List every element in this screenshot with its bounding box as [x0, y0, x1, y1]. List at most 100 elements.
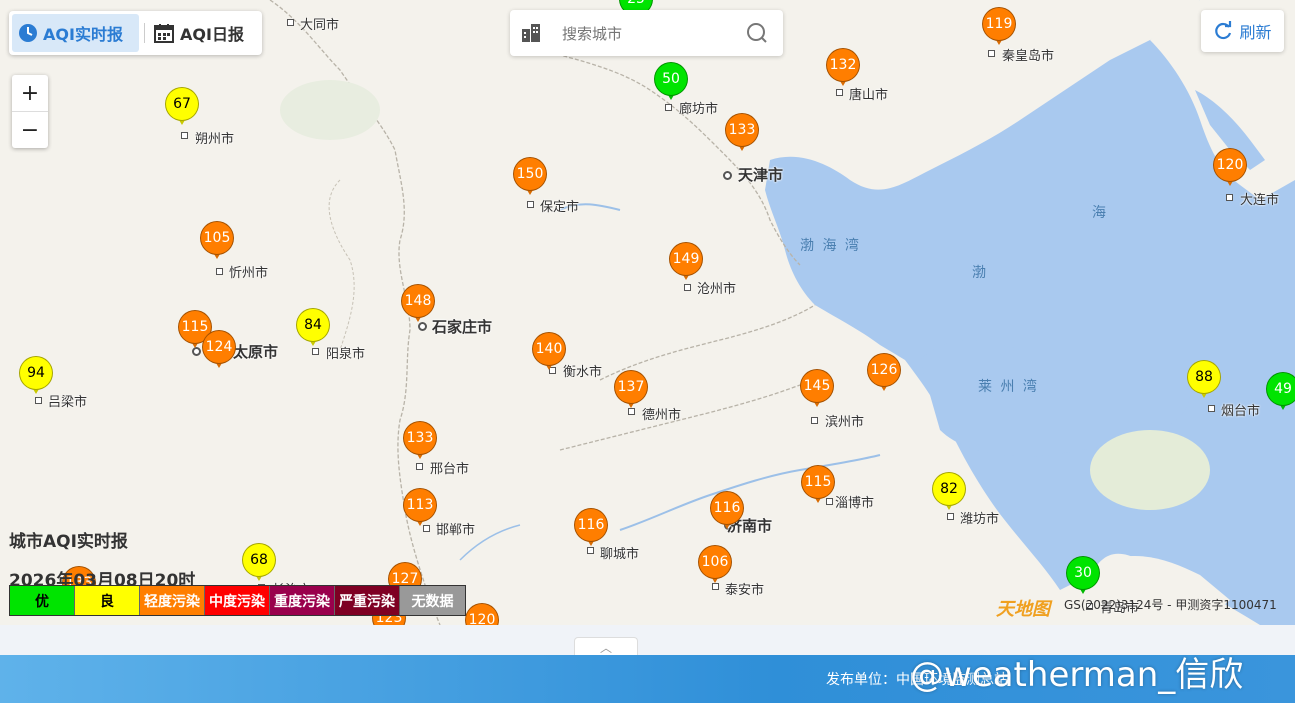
legend-item: 重度污染	[270, 586, 335, 615]
city-label[interactable]: 烟台市	[1221, 400, 1260, 419]
report-tabs: AQI实时报 AQI日报	[9, 11, 262, 55]
aqi-value: 126	[867, 353, 901, 387]
aqi-value: 132	[826, 48, 860, 82]
tab-daily[interactable]: AQI日报	[154, 14, 244, 52]
aqi-value: 120	[465, 603, 499, 625]
aqi-legend: 优良轻度污染 中度污染 重度污染 严重污染 无数据	[9, 585, 466, 616]
city-label[interactable]: 大同市	[300, 14, 339, 33]
city-label[interactable]: 邯郸市	[436, 519, 475, 538]
collapse-toggle[interactable]: ︿	[574, 637, 638, 656]
aqi-value: 119	[982, 7, 1016, 41]
aqi-value: 133	[403, 421, 437, 455]
refresh-icon	[1215, 21, 1232, 40]
aqi-value: 140	[532, 332, 566, 366]
aqi-station-pin[interactable]: 68	[242, 543, 278, 587]
aqi-value: 88	[1187, 360, 1221, 394]
city-marker	[1226, 194, 1233, 201]
sea-label: 海	[1092, 205, 1108, 221]
aqi-station-pin[interactable]: 67	[165, 87, 201, 131]
aqi-value: 116	[574, 508, 608, 542]
aqi-station-pin[interactable]: 49	[1266, 372, 1295, 416]
aqi-station-pin[interactable]: 94	[19, 356, 55, 400]
aqi-station-pin[interactable]: 115	[801, 465, 837, 509]
city-label[interactable]: 滨州市	[825, 411, 864, 430]
map-canvas[interactable]: 渤 海 湾渤海莱 州 湾 大同市 朔州市 廊坊市 天津市 唐山市 秦皇岛市 大连市 保定市 忻州…	[0, 0, 1295, 625]
city-marker	[527, 201, 534, 208]
aqi-station-pin[interactable]: 50	[654, 62, 690, 106]
refresh-label: 刷新	[1239, 23, 1272, 42]
building-icon	[522, 24, 540, 42]
city-marker	[988, 50, 995, 57]
aqi-value: 30	[1066, 556, 1100, 590]
clock-icon	[19, 24, 37, 42]
aqi-value: 113	[403, 488, 437, 522]
aqi-value: 49	[1266, 372, 1295, 406]
aqi-station-pin[interactable]: 116	[574, 508, 610, 552]
calendar-icon	[154, 24, 174, 43]
aqi-value: 145	[800, 369, 834, 403]
aqi-value: 67	[165, 87, 199, 121]
aqi-station-pin[interactable]: 126	[867, 353, 903, 397]
sea-label: 渤	[972, 265, 988, 281]
aqi-station-pin[interactable]: 82	[932, 472, 968, 516]
aqi-station-pin[interactable]: 133	[403, 421, 439, 465]
aqi-station-pin[interactable]: 119	[982, 7, 1018, 51]
aqi-value: 149	[669, 242, 703, 276]
aqi-station-pin[interactable]: 120	[1213, 148, 1249, 192]
aqi-station-pin[interactable]: 105	[200, 221, 236, 265]
search-box	[510, 10, 783, 56]
aqi-station-pin[interactable]: 124	[202, 330, 238, 374]
aqi-station-pin[interactable]: 30	[1066, 556, 1102, 600]
aqi-value: 150	[513, 157, 547, 191]
aqi-value: 105	[200, 221, 234, 255]
tab-realtime[interactable]: AQI实时报	[12, 14, 139, 52]
aqi-value: 50	[654, 62, 688, 96]
aqi-station-pin[interactable]: 116	[710, 491, 746, 535]
city-marker	[723, 171, 732, 180]
city-label[interactable]: 太原市	[233, 341, 278, 362]
weibo-watermark: @weatherman_信欣	[910, 655, 1244, 695]
aqi-station-pin[interactable]: 148	[401, 284, 437, 328]
aqi-station-pin[interactable]: 133	[725, 113, 761, 157]
aqi-station-pin[interactable]: 132	[826, 48, 862, 92]
aqi-value: 82	[932, 472, 966, 506]
aqi-value: 115	[801, 465, 835, 499]
aqi-value: 148	[401, 284, 435, 318]
aqi-value: 133	[725, 113, 759, 147]
aqi-station-pin[interactable]: 84	[296, 308, 332, 352]
sea-label: 莱 州 湾	[978, 379, 1039, 395]
search-input[interactable]	[560, 21, 744, 47]
aqi-value: 68	[242, 543, 276, 577]
search-icon[interactable]	[746, 22, 768, 44]
city-label[interactable]: 淄博市	[835, 492, 874, 511]
zoom-out-button[interactable]: −	[12, 112, 48, 148]
aqi-station-pin[interactable]: 113	[403, 488, 439, 532]
aqi-station-pin[interactable]: 137	[614, 370, 650, 414]
aqi-station-pin[interactable]: 150	[513, 157, 549, 201]
legend-item: 轻度污染	[140, 586, 205, 615]
aqi-station-pin[interactable]: 106	[698, 545, 734, 589]
footer: ︿ 发布单位：中国环境监测总站 @weatherman_信欣	[0, 625, 1295, 703]
aqi-station-pin[interactable]: 149	[669, 242, 705, 286]
aqi-value: 84	[296, 308, 330, 342]
map-copyright: GS(2022)3124号 - 甲测资字1100471	[1064, 598, 1277, 612]
aqi-value: 137	[614, 370, 648, 404]
zoom-in-button[interactable]: +	[12, 75, 48, 112]
aqi-value: 94	[19, 356, 53, 390]
city-label[interactable]: 天津市	[738, 164, 783, 185]
aqi-station-pin[interactable]: 145	[800, 369, 836, 413]
aqi-value: 116	[710, 491, 744, 525]
aqi-station-pin[interactable]: 140	[532, 332, 568, 376]
aqi-station-pin[interactable]: 120	[465, 603, 501, 625]
city-label[interactable]: 石家庄市	[432, 316, 492, 337]
aqi-value: 106	[698, 545, 732, 579]
legend-item: 良	[75, 586, 140, 615]
tab-realtime-label: AQI实时报	[43, 25, 123, 44]
aqi-station-pin[interactable]: 88	[1187, 360, 1223, 404]
aqi-value: 124	[202, 330, 236, 364]
city-marker	[181, 132, 188, 139]
city-label[interactable]: 衡水市	[563, 361, 602, 380]
refresh-button[interactable]: 刷新	[1201, 10, 1284, 52]
tab-daily-label: AQI日报	[180, 25, 244, 44]
city-marker	[216, 268, 223, 275]
